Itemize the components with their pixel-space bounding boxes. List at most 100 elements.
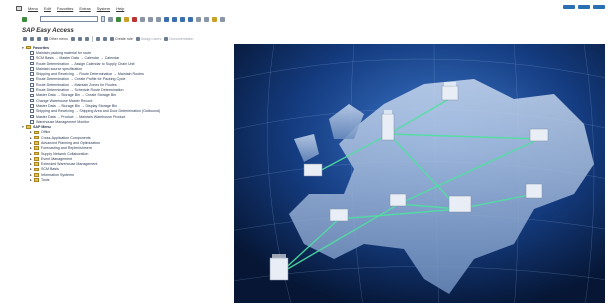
- transaction-icon: [30, 120, 34, 124]
- warehouse-building: [381, 113, 395, 141]
- favorite-item-label: Route Determination → Schedule Route Det…: [36, 88, 124, 93]
- menu-item-system[interactable]: System: [97, 6, 110, 11]
- command-field[interactable]: [40, 16, 98, 22]
- favorites-label: Favorites: [33, 45, 49, 50]
- favorite-item-label: Shipping and Receiving → Shipping Area a…: [36, 109, 161, 114]
- sap-menu-folder-label: Event Management: [41, 156, 73, 161]
- move-down-icon[interactable]: [102, 37, 107, 41]
- assign-users-button[interactable]: Assign users: [135, 37, 161, 41]
- sap-menu-folder-label: Cross-Application Components: [41, 135, 91, 140]
- documentation-icon: [164, 37, 169, 41]
- folder-icon: [34, 146, 39, 151]
- page-title: SAP Easy Access: [22, 27, 74, 34]
- sap-menu-folder-label: Supply Network Collaboration: [41, 151, 89, 156]
- sap-menu-folder-label: Information Systems: [41, 172, 74, 177]
- save-icon[interactable]: [108, 16, 113, 22]
- sap-menu-folder-label: Tools: [41, 178, 50, 183]
- transaction-icon: [30, 109, 34, 113]
- menu-item-menu[interactable]: Menu: [28, 6, 38, 11]
- favorite-item-label: Master Data → Storage Bin → Create Stora…: [36, 93, 117, 98]
- favorite-item-label: Maintain source specification: [36, 66, 83, 71]
- move-up-icon[interactable]: [95, 37, 100, 41]
- favorite-item-label: SCM Basis → Master Data → Calendar → Cal…: [36, 56, 120, 61]
- transaction-icon: [30, 56, 34, 61]
- folder-icon: [34, 167, 39, 172]
- change-favorite-icon[interactable]: [77, 37, 82, 41]
- layout-menu-icon[interactable]: [220, 16, 225, 22]
- find-icon[interactable]: [148, 16, 153, 22]
- find-next-icon[interactable]: [156, 16, 161, 22]
- maximize-icon[interactable]: [578, 5, 590, 9]
- favorite-item-label: Shipping and Receiving → Route Determina…: [36, 72, 144, 77]
- system-menu-icon[interactable]: [16, 6, 22, 11]
- documentation-button[interactable]: Documentation: [164, 37, 194, 41]
- menu-item-favorites[interactable]: Favorites: [57, 6, 73, 11]
- folder-icon: [26, 125, 31, 129]
- new-session-icon[interactable]: [196, 16, 201, 22]
- create-role-label: Create role: [114, 37, 133, 41]
- other-menu-button[interactable]: Other menu: [44, 37, 68, 41]
- assign-users-icon: [135, 37, 140, 41]
- sap-menu-icon[interactable]: [37, 37, 41, 41]
- sap-menu-label: SAP Menu: [33, 125, 51, 130]
- warehouse-building: [269, 257, 289, 281]
- menu-bar: Menu Edit Favorites Extras System Help: [14, 4, 604, 13]
- warehouse-building: [303, 163, 323, 177]
- sap-menu-folder[interactable]: ▸ Tools: [22, 177, 222, 182]
- shortcut-icon[interactable]: [204, 16, 209, 22]
- favorite-item-label: Route Determination → Assign Calendar to…: [36, 61, 135, 66]
- favorite-item-label: Master Data → Product → Maintain Warehou…: [36, 114, 126, 119]
- documentation-label: Documentation: [169, 37, 194, 41]
- last-page-icon[interactable]: [188, 16, 193, 22]
- minimize-icon[interactable]: [563, 5, 575, 9]
- delete-favorite-icon[interactable]: [84, 37, 89, 41]
- exit-icon[interactable]: [124, 16, 129, 22]
- sap-menu-folder-label: Advanced Planning and Optimization: [41, 140, 100, 145]
- transaction-icon: [30, 51, 34, 55]
- sap-menu-folder-label: Office: [41, 130, 51, 135]
- favorite-item-label: Maintain packing material for route: [36, 50, 92, 55]
- other-menu-label: Other menu: [49, 37, 68, 41]
- command-history-button[interactable]: [101, 16, 105, 22]
- folder-icon: [34, 130, 39, 135]
- help-icon[interactable]: [212, 16, 217, 22]
- first-page-icon[interactable]: [164, 16, 169, 22]
- add-favorite-icon[interactable]: [70, 37, 75, 41]
- print-icon[interactable]: [140, 16, 145, 22]
- folder-icon: [34, 178, 39, 182]
- folder-icon: [34, 141, 39, 145]
- sap-menu-folder-label: SCM Basis: [41, 167, 59, 172]
- cancel-icon[interactable]: [132, 16, 137, 22]
- create-role-button[interactable]: Create role: [109, 37, 133, 41]
- folder-icon: [34, 172, 39, 177]
- favorite-item-label: Warehouse Management Monitor: [36, 119, 90, 124]
- transaction-icon: [30, 93, 34, 98]
- standard-toolbar: [22, 14, 602, 24]
- previous-page-icon[interactable]: [172, 16, 177, 22]
- back-icon[interactable]: [116, 16, 121, 22]
- europe-network-illustration: [234, 44, 605, 303]
- transaction-icon: [30, 72, 34, 76]
- sap-menu-folder-label: Extended Warehouse Management: [41, 162, 98, 167]
- folder-icon: [34, 151, 39, 156]
- other-menu-icon: [44, 37, 48, 41]
- transaction-icon: [30, 104, 34, 108]
- transaction-icon: [30, 114, 34, 119]
- warehouse-building: [389, 193, 407, 207]
- folder-icon: [34, 162, 39, 166]
- transaction-icon: [30, 98, 34, 103]
- menu-item-edit[interactable]: Edit: [44, 6, 51, 11]
- menu-item-help[interactable]: Help: [116, 6, 124, 11]
- folder-icon: [26, 45, 31, 50]
- warehouse-building: [441, 85, 459, 101]
- warehouse-building: [529, 128, 549, 142]
- application-toolbar: Other menu Create role Assign users Docu…: [23, 35, 243, 43]
- menu-icon[interactable]: [23, 37, 27, 41]
- next-page-icon[interactable]: [180, 16, 185, 22]
- window-controls: [563, 5, 605, 9]
- user-menu-icon[interactable]: [30, 37, 34, 41]
- enter-icon[interactable]: [22, 16, 27, 22]
- close-icon[interactable]: [593, 5, 605, 9]
- navigation-tree: ▾ Favorites Maintain packing material fo…: [22, 45, 222, 183]
- menu-item-extras[interactable]: Extras: [79, 6, 90, 11]
